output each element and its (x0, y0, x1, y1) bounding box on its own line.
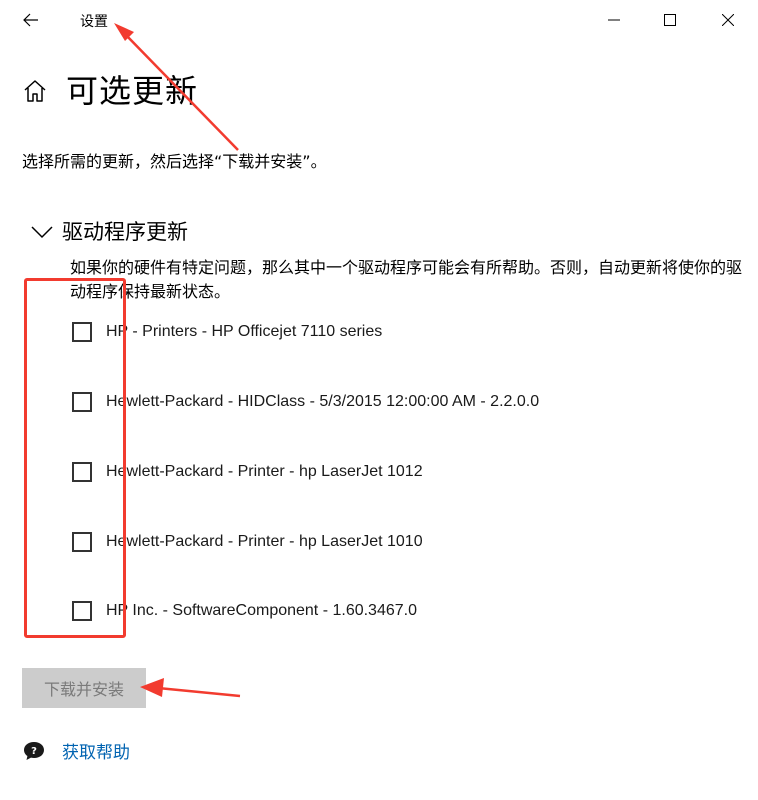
section-title: 驱动程序更新 (62, 220, 188, 244)
update-item[interactable]: Hewlett-Packard - HIDClass - 5/3/2015 12… (72, 384, 539, 420)
annotation-highlight-box (24, 278, 126, 638)
close-button[interactable] (700, 0, 756, 40)
download-install-button[interactable]: 下载并安装 (22, 668, 146, 708)
back-button[interactable] (14, 6, 48, 34)
instructions-text: 选择所需的更新，然后选择“下载并安装”。 (22, 152, 327, 171)
minimize-button[interactable] (586, 0, 642, 40)
chevron-down-icon (31, 226, 53, 239)
get-help-link[interactable]: ? 获取帮助 (22, 738, 130, 763)
svg-text:?: ? (31, 746, 37, 757)
update-label: Hewlett-Packard - HIDClass - 5/3/2015 12… (106, 393, 540, 410)
minimize-icon (608, 19, 620, 21)
maximize-button[interactable] (642, 0, 698, 40)
maximize-icon (664, 14, 676, 26)
annotation-arrow-line (157, 686, 241, 698)
update-label: HP Inc. - SoftwareComponent - 1.60.3467.… (106, 602, 417, 619)
help-chat-icon: ? (24, 741, 44, 760)
get-help-label: 获取帮助 (62, 743, 130, 763)
app-title: 设置 (80, 14, 108, 30)
update-label: HP - Printers - HP Officejet 7110 series (106, 323, 383, 340)
page-title: 可选更新 (66, 72, 199, 110)
home-icon[interactable] (22, 78, 48, 104)
title-bar: 设置 (0, 0, 758, 40)
close-icon (722, 14, 734, 26)
update-label: Hewlett-Packard - Printer - hp LaserJet … (106, 463, 423, 480)
update-label: Hewlett-Packard - Printer - hp LaserJet … (106, 533, 423, 550)
driver-updates-toggle[interactable]: 驱动程序更新 (30, 214, 188, 248)
back-arrow-icon (23, 13, 38, 27)
section-description: 如果你的硬件有特定问题，那么其中一个驱动程序可能会有所帮助。否则，自动更新将使你… (70, 258, 743, 301)
